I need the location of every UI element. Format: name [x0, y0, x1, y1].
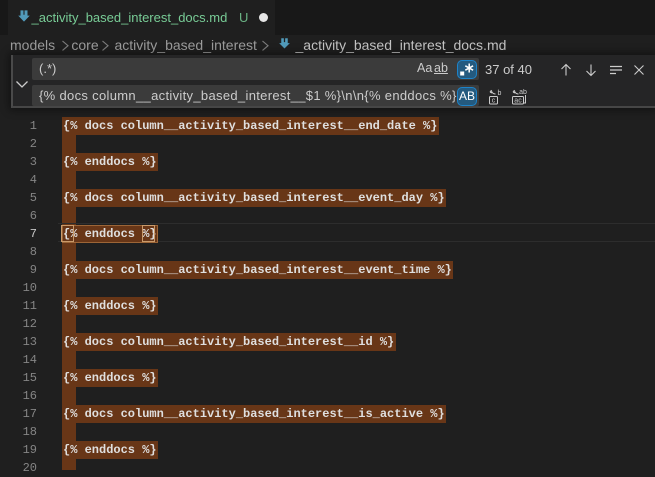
- svg-text:ac: ac: [514, 98, 522, 105]
- svg-text:b: b: [498, 90, 502, 97]
- svg-text:ab: ab: [519, 89, 527, 96]
- svg-text:c: c: [492, 98, 496, 105]
